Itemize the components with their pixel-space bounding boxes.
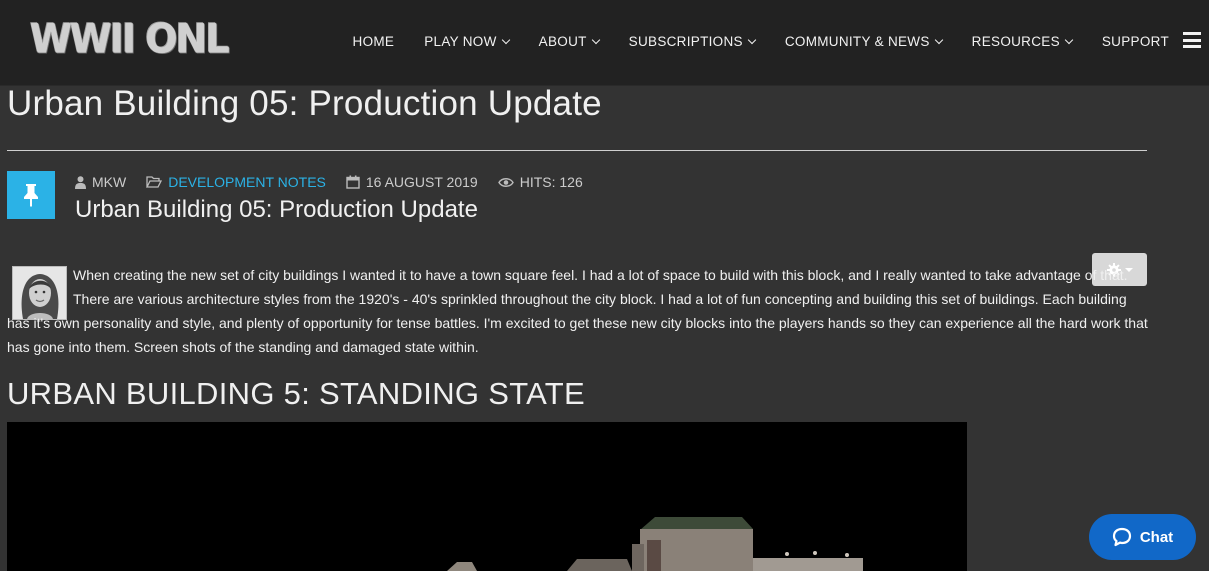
article-body-text: When creating the new set of city buildi… — [7, 267, 1148, 355]
nav-item-label: HOME — [352, 33, 395, 49]
publish-date: 16 AUGUST 2019 — [365, 174, 478, 190]
author-name: MKW — [92, 174, 127, 190]
meta-category: DEVELOPMENT NOTES — [146, 174, 326, 190]
nav-item-support[interactable]: SUPPORT — [1102, 34, 1169, 49]
nav-item-play-now[interactable]: PLAY NOW — [424, 33, 510, 49]
section-heading: URBAN BUILDING 5: STANDING STATE — [7, 376, 586, 411]
nav-item-label: SUPPORT — [1101, 33, 1169, 49]
nav-item-subscriptions[interactable]: SUBSCRIPTIONS — [628, 33, 757, 49]
chevron-down-icon — [1064, 35, 1074, 44]
article-body: When creating the new set of city buildi… — [7, 263, 1152, 359]
meta-hits: HITS: 126 — [497, 174, 583, 190]
nav-item-label: SUBSCRIPTIONS — [628, 33, 743, 49]
chevron-down-icon — [501, 35, 510, 44]
featured-badge — [7, 171, 55, 219]
nav-item-home[interactable]: HOME — [353, 34, 395, 49]
article-meta: MKW DEVELOPMENT NOTES 16 AUGUST 2019 HIT… — [75, 172, 603, 192]
nav-item-label: COMMUNITY & NEWS — [784, 33, 930, 49]
nav-item-community-news[interactable]: COMMUNITY & NEWS — [784, 33, 943, 49]
article-title[interactable]: Urban Building 05: Production Update — [75, 196, 478, 224]
nav-item-resources[interactable]: RESOURCES — [971, 33, 1074, 49]
category-link[interactable]: DEVELOPMENT NOTES — [168, 174, 326, 190]
nav-item-about[interactable]: ABOUT — [538, 33, 600, 49]
title-divider — [7, 150, 1147, 151]
eye-icon — [497, 177, 514, 187]
meta-author: MKW — [75, 174, 126, 190]
site-logo[interactable]: WWII ONLINE — [30, 15, 230, 63]
folder-open-icon — [146, 176, 163, 188]
nav-item-label: ABOUT — [538, 33, 587, 49]
nav-item-label: RESOURCES — [971, 33, 1060, 49]
site-header: WWII ONLINE HOME PLAY NOW ABOUT SUBSCRIP… — [0, 0, 1209, 86]
page-title: Urban Building 05: Production Update — [7, 84, 602, 123]
chat-label: Chat — [1139, 528, 1174, 546]
main-nav: HOME PLAY NOW ABOUT SUBSCRIPTIONS COMMUN… — [353, 29, 1169, 53]
nav-item-label: PLAY NOW — [424, 33, 497, 49]
pushpin-icon — [24, 184, 38, 207]
chat-bubble-icon — [1112, 527, 1131, 547]
calendar-icon — [346, 175, 360, 189]
user-icon — [75, 175, 86, 189]
chevron-down-icon — [591, 35, 600, 44]
hamburger-icon[interactable] — [1183, 32, 1201, 48]
chat-button[interactable]: Chat — [1089, 514, 1196, 560]
chevron-down-icon — [934, 35, 943, 44]
hit-count: HITS: 126 — [519, 174, 583, 190]
building-screenshot — [7, 422, 967, 571]
meta-date: 16 AUGUST 2019 — [346, 174, 478, 190]
chevron-down-icon — [747, 35, 757, 44]
